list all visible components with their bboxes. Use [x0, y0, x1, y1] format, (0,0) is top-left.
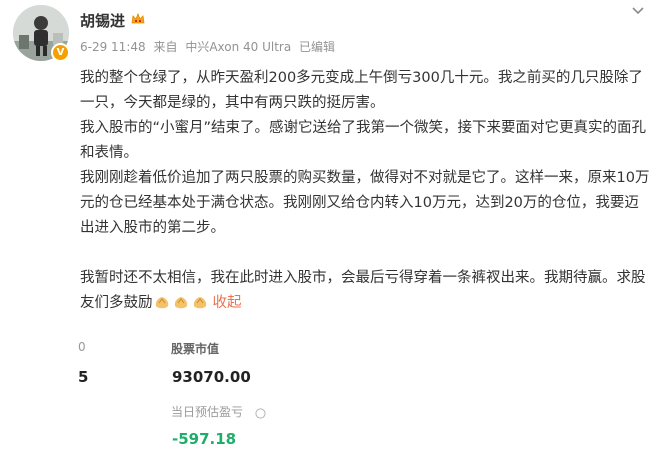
post-body: 我的整个仓绿了，从昨天盈利200多元变成上午倒亏300几十元。我之前买的几只股除… — [80, 66, 650, 319]
clap-emoji-icon — [153, 294, 171, 319]
post-paragraph: 我刚刚趁着低价追加了两只股票的购买数量，做得对不对就是它了。这样一来，原来10万… — [80, 170, 650, 236]
clap-emoji-icon — [191, 294, 209, 319]
clap-emoji-icon — [172, 294, 190, 319]
daily-pnl-label: 当日预估盈亏 — [171, 405, 244, 419]
verified-badge-icon: V — [51, 43, 70, 62]
post-paragraph: 我的整个仓绿了，从昨天盈利200多元变成上午倒亏300几十元。我之前买的几只股除… — [80, 70, 643, 111]
market-value-label: 股票市值 — [171, 342, 220, 356]
post-timestamp[interactable]: 6-29 11:48 — [80, 40, 146, 54]
post-meta: 6-29 11:48 来自 中兴Axon 40 Ultra 已编辑 — [80, 38, 339, 55]
device-name: 中兴Axon 40 Ultra — [185, 40, 292, 54]
stock-summary-image[interactable]: 0 股票市值 5 93070.00 当日预估盈亏 -597.18 — [0, 330, 665, 456]
edited-label[interactable]: 已编辑 — [299, 40, 335, 54]
left-partial-value: 5 — [78, 368, 89, 386]
crown-icon — [130, 11, 146, 31]
post-paragraph-last: 我暂时还不太相信，我在此时进入股市，会最后亏得穿着一条裤衩出来。我期待赢。求股友… — [80, 266, 650, 319]
username[interactable]: 胡锡进 — [80, 10, 125, 31]
market-value: 93070.00 — [172, 368, 251, 386]
daily-pnl-value: -597.18 — [172, 430, 237, 448]
chevron-down-icon[interactable] — [632, 4, 644, 19]
info-icon — [255, 404, 266, 423]
left-partial-label: 0 — [78, 340, 86, 354]
source-prefix: 来自 — [153, 40, 178, 54]
collapse-link[interactable]: 收起 — [213, 295, 242, 311]
post-paragraph: 我入股市的“小蜜月”结束了。感谢它送给了我第一个微笑，接下来要面对它更真实的面孔… — [80, 120, 647, 161]
